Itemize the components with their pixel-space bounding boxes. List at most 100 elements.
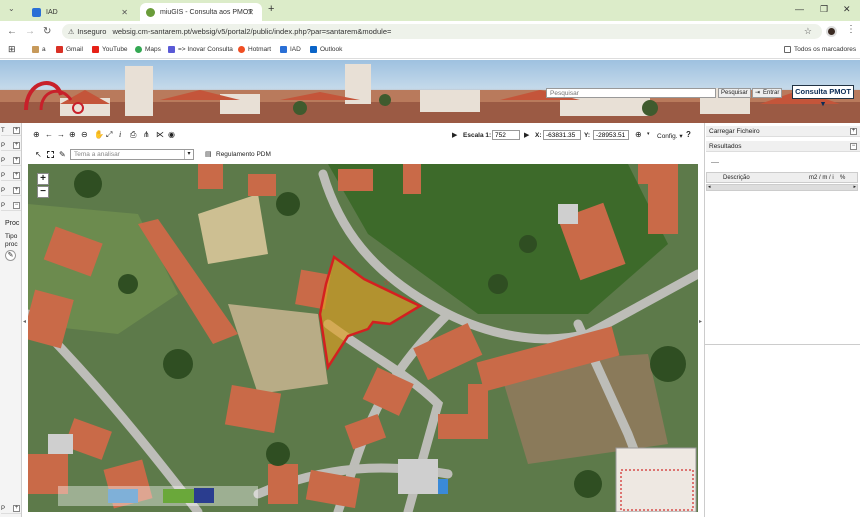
measure-icon[interactable]: ⋔ [143,130,150,139]
results-placeholder: ---- [711,160,719,166]
caret-down-icon: ▾ [647,131,650,137]
regulamento-pdm-button[interactable]: Regulamento PDM [216,151,271,158]
back-icon[interactable]: ← [7,26,17,37]
reload-icon[interactable]: ↻ [43,26,51,37]
expand-icon[interactable]: + [13,172,20,179]
star-marker-icon: ☆ [383,278,391,287]
expand-icon[interactable]: + [13,142,20,149]
back-arrow-icon[interactable]: ← [45,130,53,139]
bookmark-youtube[interactable]: YouTube [92,46,128,53]
globe-icon[interactable]: ⊕ [33,130,40,139]
zoom-in-button[interactable]: + [37,173,49,185]
forward-arrow-icon[interactable]: → [57,130,65,139]
scale-input[interactable] [492,130,520,140]
new-tab-button[interactable]: + [268,3,274,15]
config-menu[interactable]: Config. ▾ [657,132,683,140]
results-header[interactable]: Resultados − [706,141,860,152]
collapse-icon[interactable]: − [850,143,857,150]
play-icon-2[interactable]: ▶ [524,131,529,139]
gmail-icon [56,46,63,53]
left-row[interactable]: T + [1,126,21,136]
expand-icon[interactable]: + [13,187,20,194]
left-row[interactable]: P + [1,171,21,181]
tab-list-icon[interactable]: ⌄ [8,4,15,13]
chevron-down-icon: ▾ [184,150,193,159]
bookmark-iad[interactable]: IAD [280,46,301,53]
left-row[interactable]: P − [1,201,21,211]
menu-kebab-icon[interactable]: ⋮ [846,24,856,35]
close-tab-icon[interactable]: ✕ [121,8,128,17]
zoom-in-icon[interactable]: ⊕ [69,130,76,139]
panel-collapse-left-icon[interactable]: ◂ [23,318,26,325]
miugis-favicon-icon [146,7,155,17]
left-row[interactable]: P + [1,156,21,166]
restore-button[interactable]: ❐ [820,4,828,15]
iad-icon [280,46,287,53]
left-row-bottom[interactable]: P + [1,504,21,514]
search-button[interactable]: Pesquisar [718,88,751,98]
pan-hand-icon[interactable]: ✋ [94,130,104,139]
map-canvas[interactable]: + − ☆ [28,164,698,512]
apps-grid-icon[interactable]: ⊞ [8,44,16,55]
minimize-button[interactable]: — [795,4,804,14]
measure-area-icon[interactable]: ⋉ [156,130,164,139]
left-row[interactable]: P + [1,141,21,151]
forward-icon[interactable]: → [25,26,35,37]
url-field[interactable]: ⚠ Inseguro websig.cm-santarem.pt/websig/… [62,24,822,39]
profile-avatar[interactable] [826,26,837,37]
collapse-icon[interactable]: − [13,202,20,209]
url-text: websig.cm-santarem.pt/websig/v5/portal2/… [112,27,392,36]
bookmark-a[interactable]: a [32,46,46,53]
login-button[interactable]: ⇥ Entrar [752,88,783,98]
bookmark-inovar[interactable]: => Inovar Consulta [168,46,233,53]
scroll-right-icon[interactable]: ▸ [853,184,856,190]
scroll-left-icon[interactable]: ◂ [708,184,711,190]
load-file-header[interactable]: Carregar Ficheiro + [706,126,860,137]
select-arrow-icon[interactable]: ↖ [35,150,42,159]
expand-icon[interactable]: + [13,127,20,134]
all-bookmarks[interactable]: Todos os marcadores [784,46,856,53]
print-icon[interactable]: ⎙ [130,130,136,140]
edit-pen-icon[interactable]: ✎ [5,250,16,261]
theme-select[interactable]: Tema a analisar ▾ [70,149,194,160]
panel-collapse-right-icon[interactable]: ▸ [699,318,702,325]
warning-icon: ⚠ [68,28,75,36]
tab-iad[interactable]: IAD ✕ [26,3,136,21]
zoom-out-icon[interactable]: ⊖ [81,130,88,139]
bookmark-star-icon[interactable]: ☆ [804,26,812,37]
bookmark-hotmart[interactable]: Hotmart [238,46,271,53]
expand-icon[interactable]: + [13,157,20,164]
bookmark-maps[interactable]: Maps [135,46,161,53]
bookmark-gmail[interactable]: Gmail [56,46,83,53]
tab-label: IAD [46,8,58,16]
zoom-out-button[interactable]: − [37,186,49,198]
x-coordinate-input[interactable] [543,130,581,140]
address-bar-row: ← → ↻ ⚠ Inseguro websig.cm-santarem.pt/w… [0,21,860,42]
crosshair-icon[interactable]: ⊕ [635,130,642,139]
results-table-header: Descrição m2 / m / i % [706,172,858,183]
y-coordinate-input[interactable] [593,130,629,140]
logo-icon [24,81,84,114]
scale-label: Escala 1: [463,132,492,139]
target-icon[interactable]: ◉ [168,130,175,139]
tab-miugis[interactable]: miuGIS - Consulta aos PMOT ✕ [140,3,262,21]
select-rect-icon[interactable] [47,151,54,158]
play-icon[interactable]: ▶ [452,131,457,139]
module-dropdown[interactable]: Consulta PMOT ▾ [792,85,854,108]
draw-pencil-icon[interactable]: ✎ [59,150,66,159]
results-scrollbar[interactable]: ◂ ▸ [706,184,858,191]
left-row[interactable]: P + [1,186,21,196]
login-icon: ⇥ [755,90,761,96]
close-tab-icon[interactable]: ✕ [247,8,254,17]
overview-map[interactable] [618,454,694,508]
folder-icon [784,46,791,53]
maps-icon [135,46,142,53]
info-icon[interactable]: i [119,130,121,139]
bookmark-outlook[interactable]: Outlook [310,46,342,53]
extent-icon[interactable]: ⤢ [106,130,112,140]
search-input[interactable] [546,88,716,98]
close-window-button[interactable]: ✕ [843,4,851,15]
help-button[interactable]: ? [686,130,691,139]
expand-icon[interactable]: + [13,505,20,512]
expand-icon[interactable]: + [850,128,857,135]
